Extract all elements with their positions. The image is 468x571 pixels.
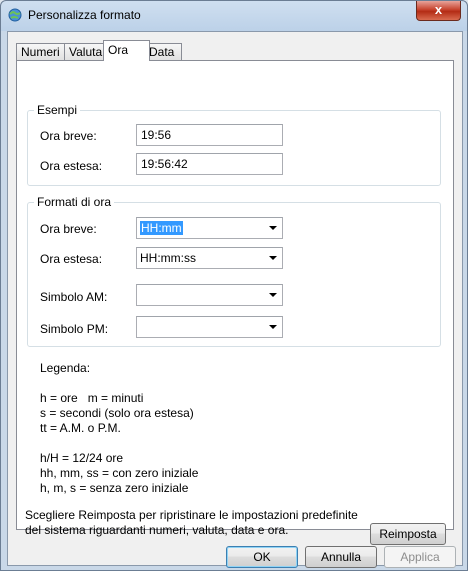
- esempi-short-field: 19:56: [136, 124, 283, 146]
- formati-long-label: Ora estesa:: [40, 252, 103, 266]
- legenda-line: h = ore m = minuti: [40, 391, 144, 405]
- reimposta-button[interactable]: Reimposta: [370, 523, 446, 545]
- formati-pm-label: Simbolo PM:: [40, 322, 109, 336]
- tab-numeri[interactable]: Numeri: [16, 43, 66, 60]
- ok-button[interactable]: OK: [226, 546, 298, 568]
- formati-am-label: Simbolo AM:: [40, 290, 108, 304]
- reset-description-2: del sistema riguardanti numeri, valuta, …: [25, 523, 289, 537]
- esempi-long-field: 19:56:42: [136, 153, 283, 175]
- legenda-title: Legenda:: [40, 361, 91, 375]
- chevron-down-icon: [269, 325, 277, 329]
- title-bar: Personalizza formato x: [1, 1, 467, 31]
- formati-short-value: HH:mm: [140, 221, 183, 235]
- chevron-down-icon: [269, 293, 277, 297]
- globe-clock-icon: [8, 8, 22, 22]
- formati-pm-combo[interactable]: [136, 316, 283, 338]
- chevron-down-icon: [269, 226, 277, 230]
- cancel-button[interactable]: Annulla: [305, 546, 377, 568]
- esempi-long-label: Ora estesa:: [40, 159, 103, 173]
- tab-ora[interactable]: Ora: [103, 40, 150, 61]
- legenda-line: hh, mm, ss = con zero iniziale: [40, 466, 199, 480]
- reset-description: Scegliere Reimposta per ripristinare le …: [25, 508, 358, 522]
- chevron-down-icon: [269, 256, 277, 260]
- legenda-line: s = secondi (solo ora estesa): [40, 406, 194, 420]
- esempi-short-label: Ora breve:: [40, 129, 97, 143]
- apply-button[interactable]: Applica: [384, 546, 456, 568]
- formati-am-combo[interactable]: [136, 284, 283, 306]
- formati-long-combo[interactable]: HH:mm:ss: [136, 247, 283, 269]
- formati-short-combo[interactable]: HH:mm: [136, 217, 283, 239]
- close-icon: x: [434, 2, 443, 17]
- formati-long-value: HH:mm:ss: [140, 251, 196, 265]
- dialog-window: Personalizza formato x Numeri Valuta Ora…: [0, 0, 468, 571]
- group-esempi-title: Esempi: [37, 103, 78, 117]
- legenda-line: tt = A.M. o P.M.: [40, 421, 121, 435]
- legenda-line: h/H = 12/24 ore: [40, 451, 124, 465]
- legenda-line: h, m, s = senza zero iniziale: [40, 481, 189, 495]
- close-button[interactable]: x: [416, 1, 461, 21]
- window-title: Personalizza formato: [28, 8, 141, 22]
- group-formati-title: Formati di ora: [37, 195, 112, 209]
- formati-short-label: Ora breve:: [40, 222, 97, 236]
- tab-panel-ora: Esempi Ora breve: 19:56 Ora estesa: 19:5…: [16, 60, 454, 545]
- dialog-client: Numeri Valuta Ora Data Esempi Ora breve:…: [7, 31, 463, 568]
